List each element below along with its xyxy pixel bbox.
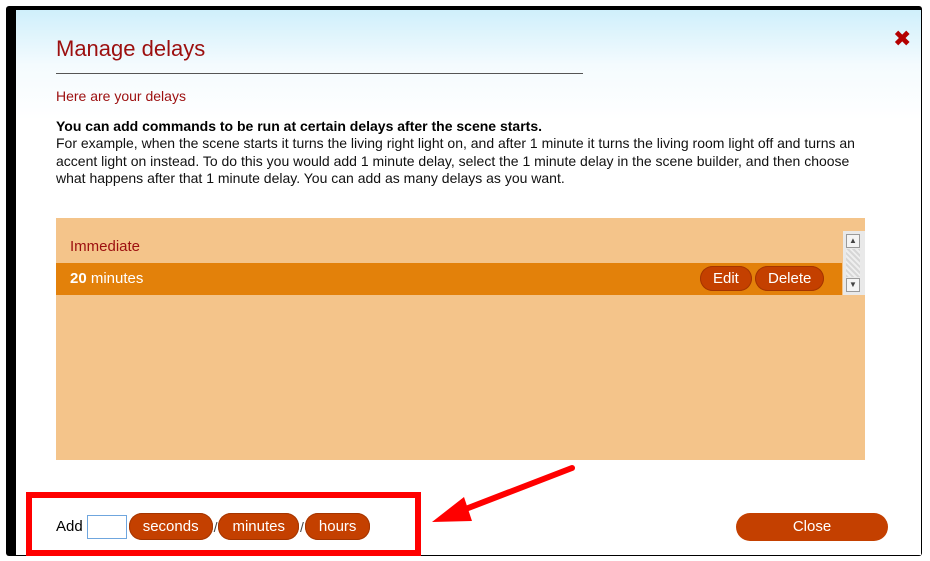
add-delay-controls: Add seconds / minutes / hours [56, 513, 371, 540]
edit-button[interactable]: Edit [700, 266, 752, 291]
delays-subtitle: Here are your delays [56, 88, 186, 104]
delay-label: Immediate [70, 238, 141, 255]
unit-separator: / [300, 518, 304, 535]
close-button[interactable]: Close [736, 513, 888, 541]
delay-row-selected[interactable]: 20 minutes Edit Delete [56, 263, 842, 295]
unit-separator: / [213, 518, 218, 535]
delay-amount-input[interactable] [86, 514, 127, 539]
list-scrollbar[interactable]: ▲ ▼ [843, 231, 865, 295]
delete-button[interactable]: Delete [755, 266, 825, 291]
delays-list: Immediate 20 minutes Edit Delete ▲ ▼ [56, 218, 865, 460]
add-label: Add [56, 518, 83, 535]
intro-heading: You can add commands to be run at certai… [56, 118, 543, 134]
scroll-down-icon[interactable]: ▼ [846, 278, 860, 292]
delay-unit: minutes [86, 270, 144, 287]
intro-text: For example, when the scene starts it tu… [56, 135, 855, 186]
delay-row-immediate[interactable]: Immediate [56, 235, 842, 259]
title-divider [56, 73, 583, 74]
add-seconds-button[interactable]: seconds [128, 513, 213, 540]
scroll-up-icon[interactable]: ▲ [846, 234, 860, 248]
add-minutes-button[interactable]: minutes [218, 513, 299, 540]
close-x-icon[interactable]: ✖ [893, 29, 913, 51]
scroll-track[interactable] [846, 249, 860, 277]
add-hours-button[interactable]: hours [304, 513, 371, 540]
delay-value: 20 [70, 270, 87, 287]
dialog-title: Manage delays [56, 36, 206, 61]
